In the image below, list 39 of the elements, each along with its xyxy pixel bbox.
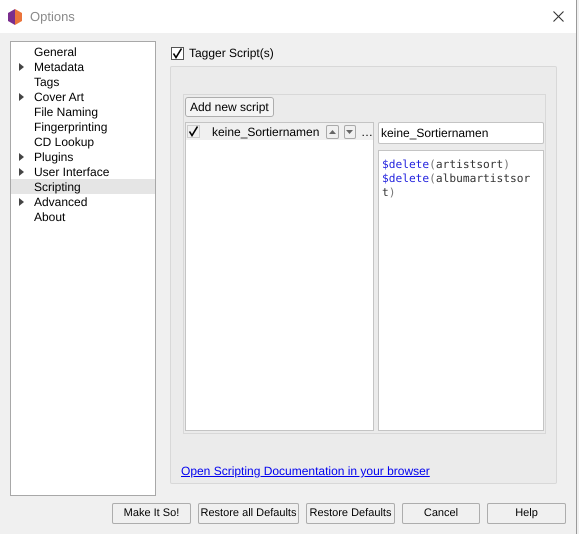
app-logo-icon xyxy=(8,8,22,24)
sidebar-item[interactable]: General xyxy=(11,44,155,59)
expand-arrow-icon[interactable] xyxy=(19,92,24,100)
down-arrow-icon xyxy=(346,130,354,134)
sidebar-item[interactable]: Fingerprinting xyxy=(11,119,155,134)
sidebar-item[interactable]: Cover Art xyxy=(11,89,155,104)
script-name: keine_Sortiernamen xyxy=(212,124,320,140)
sidebar-item[interactable]: File Naming xyxy=(11,104,155,119)
sidebar-item[interactable]: About xyxy=(11,209,155,224)
script-name-field[interactable]: keine_Sortiernamen xyxy=(378,122,544,144)
move-down-button[interactable] xyxy=(344,124,356,138)
checkbox[interactable] xyxy=(187,125,200,138)
dialog-button[interactable]: Restore all Defaults xyxy=(198,503,299,524)
checkbox[interactable] xyxy=(171,46,184,60)
window-title: Options xyxy=(30,8,75,26)
expand-arrow-icon[interactable] xyxy=(19,198,24,206)
close-icon[interactable] xyxy=(553,11,564,22)
expand-arrow-icon[interactable] xyxy=(19,168,24,176)
dialog-button[interactable]: Help xyxy=(487,503,566,524)
sidebar-item[interactable]: Advanced xyxy=(11,194,155,209)
sidebar-item[interactable]: User Interface xyxy=(11,164,155,179)
script-row[interactable]: keine_Sortiernamen … xyxy=(186,123,373,140)
dialog-button[interactable]: Make It So! xyxy=(112,503,191,524)
sidebar-item[interactable]: Metadata xyxy=(11,59,155,74)
script-editor[interactable]: $delete(artistsort) $delete(albumartistsor t) xyxy=(378,150,544,431)
checkbox-label: Tagger Script(s) xyxy=(189,45,274,62)
move-up-button[interactable] xyxy=(326,124,339,138)
expand-arrow-icon[interactable] xyxy=(19,62,24,70)
sidebar-item[interactable]: Tags xyxy=(11,74,155,89)
dialog-button[interactable]: Restore Defaults xyxy=(306,503,395,524)
add-script-button[interactable]: Add new script xyxy=(185,97,274,117)
sidebar-item[interactable]: Plugins xyxy=(11,149,155,164)
dialog-button[interactable]: Cancel xyxy=(402,503,480,524)
more-button[interactable]: … xyxy=(361,122,373,140)
expand-arrow-icon[interactable] xyxy=(19,152,24,160)
sidebar-item[interactable]: CD Lookup xyxy=(11,134,155,149)
up-arrow-icon xyxy=(329,130,336,134)
sidebar-item[interactable]: Scripting xyxy=(11,179,155,194)
documentation-link[interactable]: Open Scripting Documentation in your browser xyxy=(181,462,556,480)
